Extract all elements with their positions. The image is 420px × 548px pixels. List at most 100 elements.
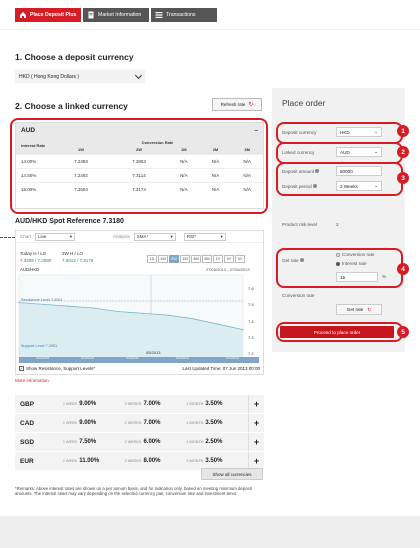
period-label: 2 WEEKS	[124, 440, 142, 444]
show-all-currencies-button[interactable]: Show all currencies	[201, 468, 263, 480]
highlight-deposit-currency	[276, 122, 403, 144]
today-high-low-label: Today H / LO	[20, 251, 47, 256]
currency-row[interactable]: CAD 1 WEEK 9.00% 2 WEEKS 7.00% 1 MONTH 3.50…	[15, 414, 264, 432]
resistance-label: Resistance Level 7.5061	[21, 298, 63, 302]
refresh-rate-button[interactable]: Refresh rate ↻	[212, 98, 262, 111]
period-label: 2 WEEKS	[124, 459, 142, 463]
period-label: 1 WEEK	[62, 402, 78, 406]
spot-reference-title: AUD/HKD Spot Reference 7.3180	[15, 218, 124, 225]
data-point	[117, 311, 120, 313]
three-week-high-low-label: 3W H / LO	[62, 251, 84, 256]
highlight-proceed	[276, 322, 403, 342]
rate-1m: 1 MONTH 3.50%	[186, 420, 248, 426]
period-label: 1 WEEK	[62, 440, 78, 444]
expand-plus-icon[interactable]: +	[248, 395, 264, 413]
more-information-link[interactable]: More information	[15, 378, 49, 383]
range-button-active[interactable]: 2W	[169, 255, 179, 263]
deposit-currency-select[interactable]: HKD ( Hong Kong Dollars )	[15, 70, 145, 83]
chart-type-value: Line	[38, 234, 47, 239]
refresh-rate-label: Refresh rate	[220, 102, 246, 107]
tab-label: Place Deposit Plus	[30, 12, 77, 18]
data-point	[142, 312, 145, 314]
expand-plus-icon[interactable]: +	[248, 433, 264, 451]
remarks-text: *Remarks: Above interest rates are shown…	[15, 486, 252, 497]
period-label: 1 MONTH	[186, 459, 204, 463]
get-rate-button-label: Get rate	[346, 307, 364, 312]
range-button[interactable]: 1D	[147, 255, 157, 263]
rate-value: 3.50%	[205, 420, 223, 426]
range-button[interactable]: 1M	[180, 255, 190, 263]
step-badge: 1	[397, 125, 409, 137]
period-label: 2 WEEKS	[124, 421, 142, 425]
analysis-select[interactable]: SMA* ▾	[133, 232, 176, 241]
risk-level-label: Product risk level	[282, 222, 317, 227]
x-tick: 01/2009	[36, 356, 49, 360]
chart-type-select[interactable]: Line ▾	[35, 232, 76, 241]
step-badge: 4	[397, 263, 409, 275]
deposit-currency-value: HKD ( Hong Kong Dollars )	[19, 73, 80, 80]
x-tick: 01/2012	[176, 356, 189, 360]
rate-value: 11.00%	[79, 458, 100, 464]
data-point	[167, 314, 169, 316]
refresh-icon: ↻	[367, 306, 372, 312]
expand-plus-icon[interactable]: +	[248, 414, 264, 432]
range-button[interactable]: 1Y	[213, 255, 223, 263]
show-levels-label: Show Resistance, Support Levels*	[26, 366, 96, 371]
rate-1w: 1 WEEK 11.00%	[63, 458, 125, 464]
linked-currency-heading: 2. Choose a linked currency	[15, 101, 128, 111]
rate-1m: 1 MONTH 2.50%	[186, 439, 248, 445]
support-label: Support Level 7.2951	[21, 344, 58, 348]
tab-transactions[interactable]: Transactions	[151, 8, 217, 22]
currency-row[interactable]: SGD 1 WEEK 7.50% 2 WEEKS 6.00% 1 MONTH 2.50…	[15, 433, 264, 451]
currency-row[interactable]: GBP 1 WEEK 9.00% 2 WEEKS 7.00% 1 MONTH 3.50…	[15, 395, 264, 413]
analysis-value: SMA*	[136, 234, 149, 239]
rate-value: 9.00%	[79, 401, 97, 407]
marker-date: 05/2013	[146, 350, 161, 355]
step-badge: 5	[397, 326, 409, 338]
rate-1w: 1 WEEK 9.00%	[63, 420, 125, 426]
rate-1w: 1 WEEK 7.50%	[63, 439, 125, 445]
y-tick: 7.4	[248, 319, 254, 324]
chart-pair: AUD/HKD	[20, 267, 40, 272]
navigator-bar[interactable]	[19, 357, 259, 363]
data-point	[68, 305, 70, 307]
range-buttons: 1D 1W 2W 1M 3M 6M 1Y 3Y 5Y	[147, 255, 245, 263]
rate-1m: 1 MONTH 3.50%	[186, 401, 248, 407]
range-button[interactable]: 6M	[202, 255, 212, 263]
chevron-down-icon: ▾	[170, 233, 173, 239]
rsi-value: RSI*	[186, 234, 197, 239]
rate-value: 6.00%	[143, 439, 161, 445]
refresh-icon: ↻	[248, 102, 254, 108]
range-button[interactable]: 1W	[158, 255, 168, 263]
chevron-down-icon	[134, 71, 143, 80]
rate-value: 7.00%	[143, 420, 161, 426]
data-point	[217, 323, 219, 325]
rate-1w: 1 WEEK 9.00%	[63, 401, 125, 407]
highlight-rate-panel	[10, 118, 268, 214]
highlight-linked-currency	[276, 142, 403, 164]
rate-value: 7.50%	[79, 439, 97, 445]
y-tick: 7.2	[248, 351, 254, 356]
show-levels-checkbox[interactable]: ✓ Show Resistance, Support Levels*	[19, 366, 95, 371]
conversion-rate-label: Conversion rate	[282, 293, 315, 298]
range-button[interactable]: 3M	[191, 255, 201, 263]
rsi-select[interactable]: RSI* ▾	[183, 232, 226, 241]
rate-value: 8.00%	[143, 458, 161, 464]
get-rate-button[interactable]: Get rate ↻	[336, 304, 382, 315]
checkbox-icon[interactable]: ✓	[19, 366, 24, 371]
period-label: 1 WEEK	[62, 421, 78, 425]
step-badge: 3	[397, 172, 409, 184]
tab-market-information[interactable]: Market Information	[83, 8, 149, 22]
range-button[interactable]: 5Y	[235, 255, 245, 263]
rate-2w: 2 WEEKS 6.00%	[125, 439, 187, 445]
tab-place-deposit-plus[interactable]: Place Deposit Plus	[15, 8, 81, 22]
x-tick: 01/2011	[126, 356, 139, 360]
y-tick: 7.3	[248, 335, 254, 340]
three-week-high-low-value: 7.6012 / 7.3178	[62, 258, 94, 263]
rate-value: 9.00%	[79, 420, 97, 426]
range-button[interactable]: 3Y	[224, 255, 234, 263]
y-tick: 7.5	[248, 302, 254, 307]
x-tick: 01/2013	[226, 356, 239, 360]
rate-value: 7.00%	[143, 401, 161, 407]
rate-2w: 2 WEEKS 8.00%	[125, 458, 187, 464]
